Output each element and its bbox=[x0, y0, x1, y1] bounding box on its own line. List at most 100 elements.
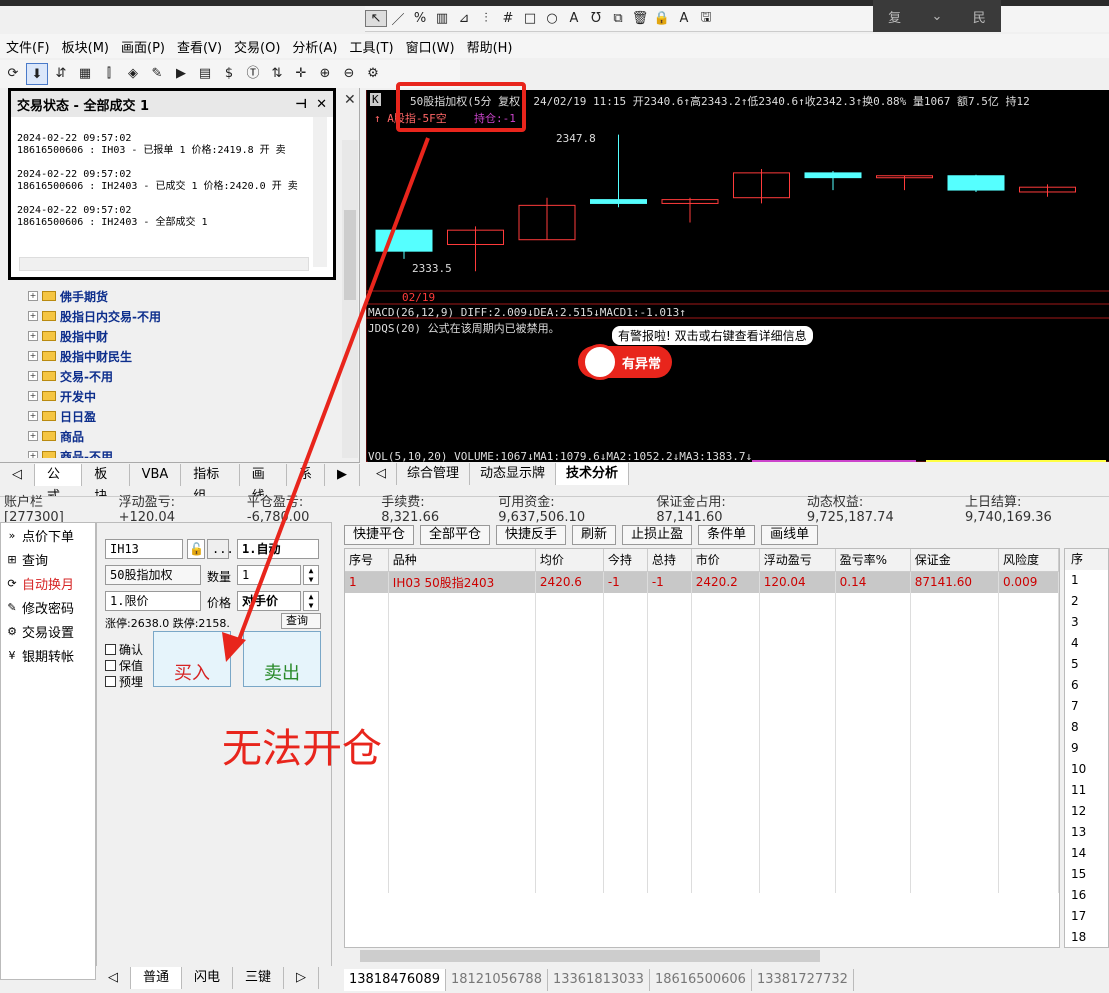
chart-tab[interactable]: 技术分析 bbox=[556, 463, 630, 485]
more-button[interactable]: ... bbox=[207, 539, 234, 559]
draw-tool-icon[interactable]: □ bbox=[519, 11, 541, 26]
draw-tool-icon[interactable]: % bbox=[409, 11, 431, 26]
tree-item[interactable]: + 交易-不用 bbox=[28, 366, 340, 386]
list-item[interactable]: 16 bbox=[1065, 885, 1108, 906]
toolbar-icon[interactable]: Ⓣ bbox=[242, 63, 264, 85]
tab-scroll-left[interactable]: ◁ bbox=[0, 463, 35, 486]
tree-item[interactable]: + 股指日内交易-不用 bbox=[28, 306, 340, 326]
menu-item[interactable]: 查看(V) bbox=[171, 37, 228, 56]
draw-tool-icon[interactable]: ▥ bbox=[431, 11, 453, 26]
order-menu-item[interactable]: ⟳ 自动换月 bbox=[1, 571, 95, 595]
list-item[interactable]: 14 bbox=[1065, 843, 1108, 864]
menu-item[interactable]: 工具(T) bbox=[343, 37, 399, 56]
order-tab[interactable]: ▷ bbox=[284, 967, 320, 989]
draw-tool-icon[interactable]: Ʊ bbox=[585, 11, 607, 26]
tree-item[interactable]: + 佛手期货 bbox=[28, 286, 340, 306]
tree-item[interactable]: + 商品 bbox=[28, 426, 340, 446]
list-item[interactable]: 9 bbox=[1065, 738, 1108, 759]
list-item[interactable]: 11 bbox=[1065, 780, 1108, 801]
list-item[interactable]: 13 bbox=[1065, 822, 1108, 843]
toolbar-icon[interactable]: ⟳ bbox=[2, 63, 24, 85]
menu-item[interactable]: 帮助(H) bbox=[461, 37, 519, 56]
position-action-button[interactable]: 条件单 bbox=[698, 525, 756, 545]
toolbar-icon[interactable]: ▦ bbox=[74, 63, 96, 85]
position-action-button[interactable]: 全部平仓 bbox=[420, 525, 491, 545]
alert-badge[interactable]: 有异常 bbox=[578, 344, 672, 380]
order-menu-item[interactable]: ⊞ 查询 bbox=[1, 547, 95, 571]
menu-item[interactable]: 文件(F) bbox=[0, 37, 56, 56]
expand-icon[interactable]: + bbox=[28, 351, 38, 361]
toolbar-icon[interactable]: ⇅ bbox=[266, 63, 288, 85]
account-tab[interactable]: 18616500606 bbox=[650, 969, 752, 991]
close-icon[interactable]: ✕ bbox=[316, 97, 327, 112]
tree-item[interactable]: + 开发中 bbox=[28, 386, 340, 406]
toolbar-icon[interactable]: $ bbox=[218, 63, 240, 85]
expand-icon[interactable]: + bbox=[28, 391, 38, 401]
toolbar-icon[interactable]: ▤ bbox=[194, 63, 216, 85]
draw-tool-icon[interactable]: ⧉ bbox=[607, 11, 629, 26]
expand-icon[interactable]: + bbox=[28, 451, 38, 458]
toolbar-icon[interactable]: ⬇ bbox=[26, 63, 48, 85]
column-header[interactable]: 风险度 bbox=[998, 549, 1060, 572]
order-tab[interactable]: 普通 bbox=[131, 967, 183, 989]
code-input[interactable]: IH13 bbox=[105, 539, 183, 559]
hedge-checkbox[interactable]: 保值 bbox=[105, 657, 143, 674]
tree-item[interactable]: + 商品-不用 bbox=[28, 446, 340, 458]
toolbar-icon[interactable]: ⊖ bbox=[338, 63, 360, 85]
menu-item[interactable]: 分析(A) bbox=[286, 37, 343, 56]
order-menu-item[interactable]: ✎ 修改密码 bbox=[1, 595, 95, 619]
column-header[interactable]: 序号 bbox=[345, 549, 389, 572]
order-menu-item[interactable]: ⚙ 交易设置 bbox=[1, 619, 95, 643]
draw-tool-icon[interactable]: 🔒 bbox=[651, 11, 673, 26]
qty-input[interactable]: 1 bbox=[237, 565, 301, 585]
sell-button[interactable]: 卖出 bbox=[243, 631, 321, 687]
draw-tool-icon[interactable]: ／ bbox=[387, 9, 409, 28]
query-button[interactable]: 查询 bbox=[281, 613, 321, 629]
toolbar-icon[interactable]: ✎ bbox=[146, 63, 168, 85]
menu-item[interactable]: 画面(P) bbox=[115, 37, 171, 56]
draw-tool-icon[interactable]: ⊿ bbox=[453, 11, 475, 26]
toolbar-icon[interactable]: ◈ bbox=[122, 63, 144, 85]
list-item[interactable]: 10 bbox=[1065, 759, 1108, 780]
expand-icon[interactable]: + bbox=[28, 371, 38, 381]
menu-item[interactable]: 交易(O) bbox=[228, 37, 286, 56]
close-icon[interactable]: ✕ bbox=[344, 92, 358, 112]
list-item[interactable]: 8 bbox=[1065, 717, 1108, 738]
list-item[interactable]: 1 bbox=[1065, 570, 1108, 591]
column-header[interactable]: 总持 bbox=[647, 549, 692, 572]
order-tab[interactable]: 三键 bbox=[233, 967, 285, 989]
list-item[interactable]: 15 bbox=[1065, 864, 1108, 885]
floating-tab[interactable]: 复 ⌄ 民 bbox=[873, 0, 1001, 32]
account-tab[interactable]: 18121056788 bbox=[446, 969, 548, 991]
order-menu-item[interactable]: » 点价下单 bbox=[1, 523, 95, 547]
left-tab[interactable]: 指标组 bbox=[181, 463, 240, 504]
lock-icon[interactable]: 🔓 bbox=[187, 539, 205, 559]
list-item[interactable]: 6 bbox=[1065, 675, 1108, 696]
price-input[interactable]: 对手价 bbox=[237, 591, 301, 611]
list-item[interactable]: 17 bbox=[1065, 906, 1108, 927]
position-horizontal-scrollbar[interactable] bbox=[344, 948, 1060, 964]
pin-icon[interactable]: ⊣ bbox=[295, 97, 307, 112]
chart-tab[interactable]: 动态显示牌 bbox=[470, 463, 557, 485]
toolbar-icon[interactable]: ▶ bbox=[170, 63, 192, 85]
tree-item[interactable]: + 股指中财民生 bbox=[28, 346, 340, 366]
position-action-button[interactable]: 快捷平仓 bbox=[344, 525, 415, 545]
list-item[interactable]: 18 bbox=[1065, 927, 1108, 948]
toolbar-icon[interactable]: ⫿ bbox=[98, 63, 120, 85]
chart-k-button[interactable]: K bbox=[370, 93, 381, 106]
draw-tool-icon[interactable]: 🗑 bbox=[629, 11, 651, 26]
column-header[interactable]: 浮动盈亏 bbox=[759, 549, 836, 572]
qty-stepper[interactable]: ▲ ▼ bbox=[303, 565, 319, 585]
alert-tooltip[interactable]: 有警报啦! 双击或右键查看详细信息 bbox=[612, 326, 813, 345]
popup-vertical-scrollbar[interactable] bbox=[313, 117, 327, 267]
list-item[interactable]: 7 bbox=[1065, 696, 1108, 717]
account-tab[interactable]: 13361813033 bbox=[548, 969, 650, 991]
column-header[interactable]: 品种 bbox=[388, 549, 536, 572]
chart-tab[interactable]: 综合管理 bbox=[397, 463, 471, 485]
position-action-button[interactable]: 止损止盈 bbox=[622, 525, 693, 545]
tree-scrollbar[interactable] bbox=[342, 140, 358, 458]
list-item[interactable]: 3 bbox=[1065, 612, 1108, 633]
left-tab[interactable]: 板块 bbox=[82, 463, 130, 504]
draw-tool-icon[interactable]: A bbox=[673, 11, 695, 26]
expand-icon[interactable]: + bbox=[28, 311, 38, 321]
